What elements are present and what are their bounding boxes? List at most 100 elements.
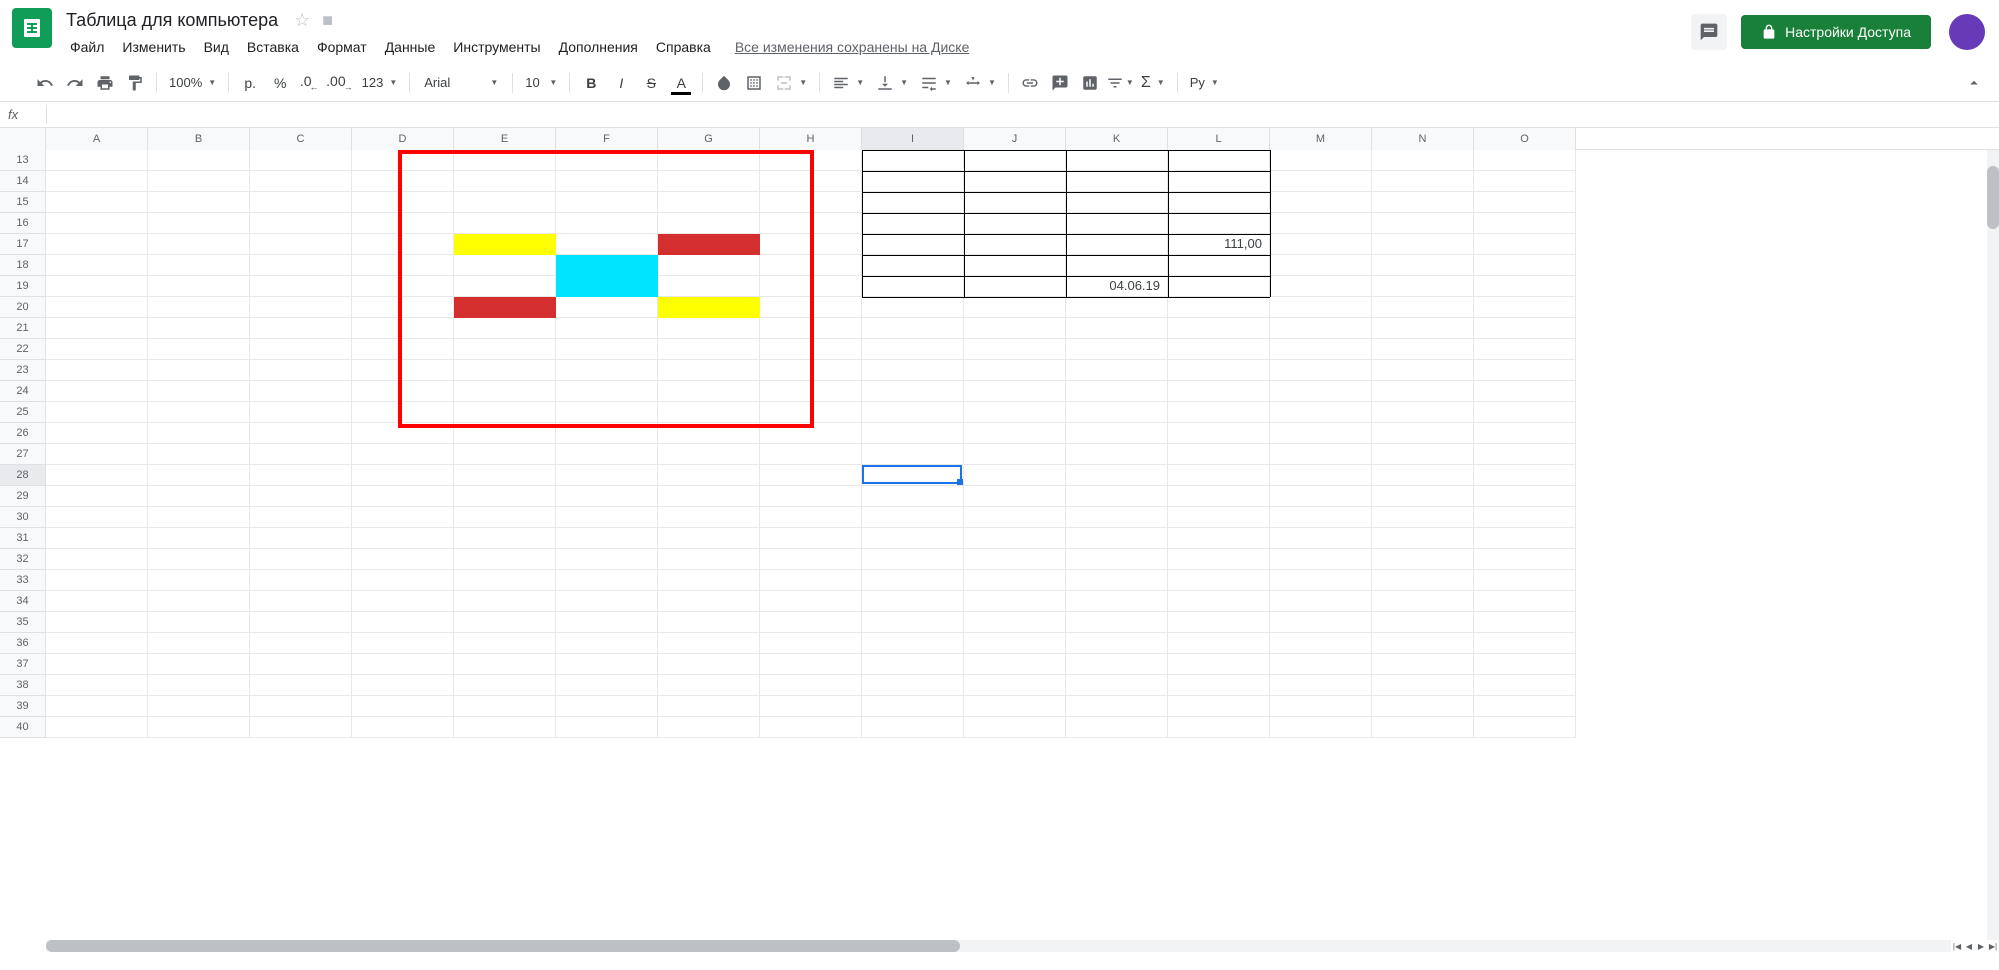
cell-H40[interactable]	[760, 717, 862, 738]
col-header-N[interactable]: N	[1372, 128, 1474, 150]
cell-F16[interactable]	[556, 213, 658, 234]
cell-J30[interactable]	[964, 507, 1066, 528]
cell-H39[interactable]	[760, 696, 862, 717]
cell-K16[interactable]	[1066, 213, 1168, 234]
cell-G26[interactable]	[658, 423, 760, 444]
cell-A18[interactable]	[46, 255, 148, 276]
cell-L30[interactable]	[1168, 507, 1270, 528]
cell-D36[interactable]	[352, 633, 454, 654]
cell-B25[interactable]	[148, 402, 250, 423]
cell-E18[interactable]	[454, 255, 556, 276]
cell-J25[interactable]	[964, 402, 1066, 423]
cell-G27[interactable]	[658, 444, 760, 465]
cell-E23[interactable]	[454, 360, 556, 381]
cell-D29[interactable]	[352, 486, 454, 507]
cell-L35[interactable]	[1168, 612, 1270, 633]
cell-J40[interactable]	[964, 717, 1066, 738]
cell-D16[interactable]	[352, 213, 454, 234]
cell-J33[interactable]	[964, 570, 1066, 591]
cell-G21[interactable]	[658, 318, 760, 339]
cell-K24[interactable]	[1066, 381, 1168, 402]
cell-H28[interactable]	[760, 465, 862, 486]
cell-K32[interactable]	[1066, 549, 1168, 570]
cell-E15[interactable]	[454, 192, 556, 213]
cell-G19[interactable]	[658, 276, 760, 297]
cell-E30[interactable]	[454, 507, 556, 528]
cell-O30[interactable]	[1474, 507, 1576, 528]
cell-N36[interactable]	[1372, 633, 1474, 654]
cell-H27[interactable]	[760, 444, 862, 465]
row-header-29[interactable]: 29	[0, 486, 46, 507]
cell-L20[interactable]	[1168, 297, 1270, 318]
cell-N22[interactable]	[1372, 339, 1474, 360]
cell-K19[interactable]	[1066, 276, 1168, 297]
cell-B34[interactable]	[148, 591, 250, 612]
cell-O32[interactable]	[1474, 549, 1576, 570]
decimal-increase-button[interactable]: .00→	[326, 69, 354, 97]
cell-N24[interactable]	[1372, 381, 1474, 402]
cell-D25[interactable]	[352, 402, 454, 423]
cell-B17[interactable]	[148, 234, 250, 255]
row-header-22[interactable]: 22	[0, 339, 46, 360]
collapse-toolbar-button[interactable]	[1960, 69, 1988, 97]
row-header-18[interactable]: 18	[0, 255, 46, 276]
cell-G37[interactable]	[658, 654, 760, 675]
cell-D38[interactable]	[352, 675, 454, 696]
merge-cells-button[interactable]: ▼	[769, 69, 813, 97]
cell-C27[interactable]	[250, 444, 352, 465]
cell-L33[interactable]	[1168, 570, 1270, 591]
cell-F27[interactable]	[556, 444, 658, 465]
cell-H35[interactable]	[760, 612, 862, 633]
cell-K20[interactable]	[1066, 297, 1168, 318]
cell-M23[interactable]	[1270, 360, 1372, 381]
cell-F33[interactable]	[556, 570, 658, 591]
cell-F40[interactable]	[556, 717, 658, 738]
cell-I37[interactable]	[862, 654, 964, 675]
cell-C17[interactable]	[250, 234, 352, 255]
redo-button[interactable]	[61, 69, 89, 97]
cell-I27[interactable]	[862, 444, 964, 465]
scroll-right-end[interactable]: ▶|	[1987, 940, 1999, 952]
cell-M22[interactable]	[1270, 339, 1372, 360]
cell-B31[interactable]	[148, 528, 250, 549]
fill-color-button[interactable]	[710, 69, 738, 97]
cell-J29[interactable]	[964, 486, 1066, 507]
cell-D28[interactable]	[352, 465, 454, 486]
cell-F19[interactable]	[556, 276, 658, 297]
move-folder-icon[interactable]: ■	[322, 10, 333, 31]
cell-G16[interactable]	[658, 213, 760, 234]
cell-L34[interactable]	[1168, 591, 1270, 612]
cell-F15[interactable]	[556, 192, 658, 213]
cell-F25[interactable]	[556, 402, 658, 423]
cell-K38[interactable]	[1066, 675, 1168, 696]
row-header-25[interactable]: 25	[0, 402, 46, 423]
scroll-left[interactable]: ◀	[1963, 940, 1975, 952]
cell-B28[interactable]	[148, 465, 250, 486]
cell-D31[interactable]	[352, 528, 454, 549]
cell-J18[interactable]	[964, 255, 1066, 276]
cell-H29[interactable]	[760, 486, 862, 507]
cell-K23[interactable]	[1066, 360, 1168, 381]
cell-G14[interactable]	[658, 171, 760, 192]
row-header-15[interactable]: 15	[0, 192, 46, 213]
functions-button[interactable]: Σ▼	[1135, 69, 1171, 97]
cell-G15[interactable]	[658, 192, 760, 213]
cell-E25[interactable]	[454, 402, 556, 423]
cell-L27[interactable]	[1168, 444, 1270, 465]
cell-O18[interactable]	[1474, 255, 1576, 276]
text-color-button[interactable]: A	[667, 69, 695, 97]
cell-C31[interactable]	[250, 528, 352, 549]
cell-N33[interactable]	[1372, 570, 1474, 591]
cell-A24[interactable]	[46, 381, 148, 402]
cell-N28[interactable]	[1372, 465, 1474, 486]
cell-E26[interactable]	[454, 423, 556, 444]
cell-I18[interactable]	[862, 255, 964, 276]
cell-F14[interactable]	[556, 171, 658, 192]
cell-L15[interactable]	[1168, 192, 1270, 213]
cell-C26[interactable]	[250, 423, 352, 444]
cell-M15[interactable]	[1270, 192, 1372, 213]
cell-A33[interactable]	[46, 570, 148, 591]
cell-H13[interactable]	[760, 150, 862, 171]
font-family-select[interactable]: Arial▼	[416, 70, 506, 96]
cell-J24[interactable]	[964, 381, 1066, 402]
